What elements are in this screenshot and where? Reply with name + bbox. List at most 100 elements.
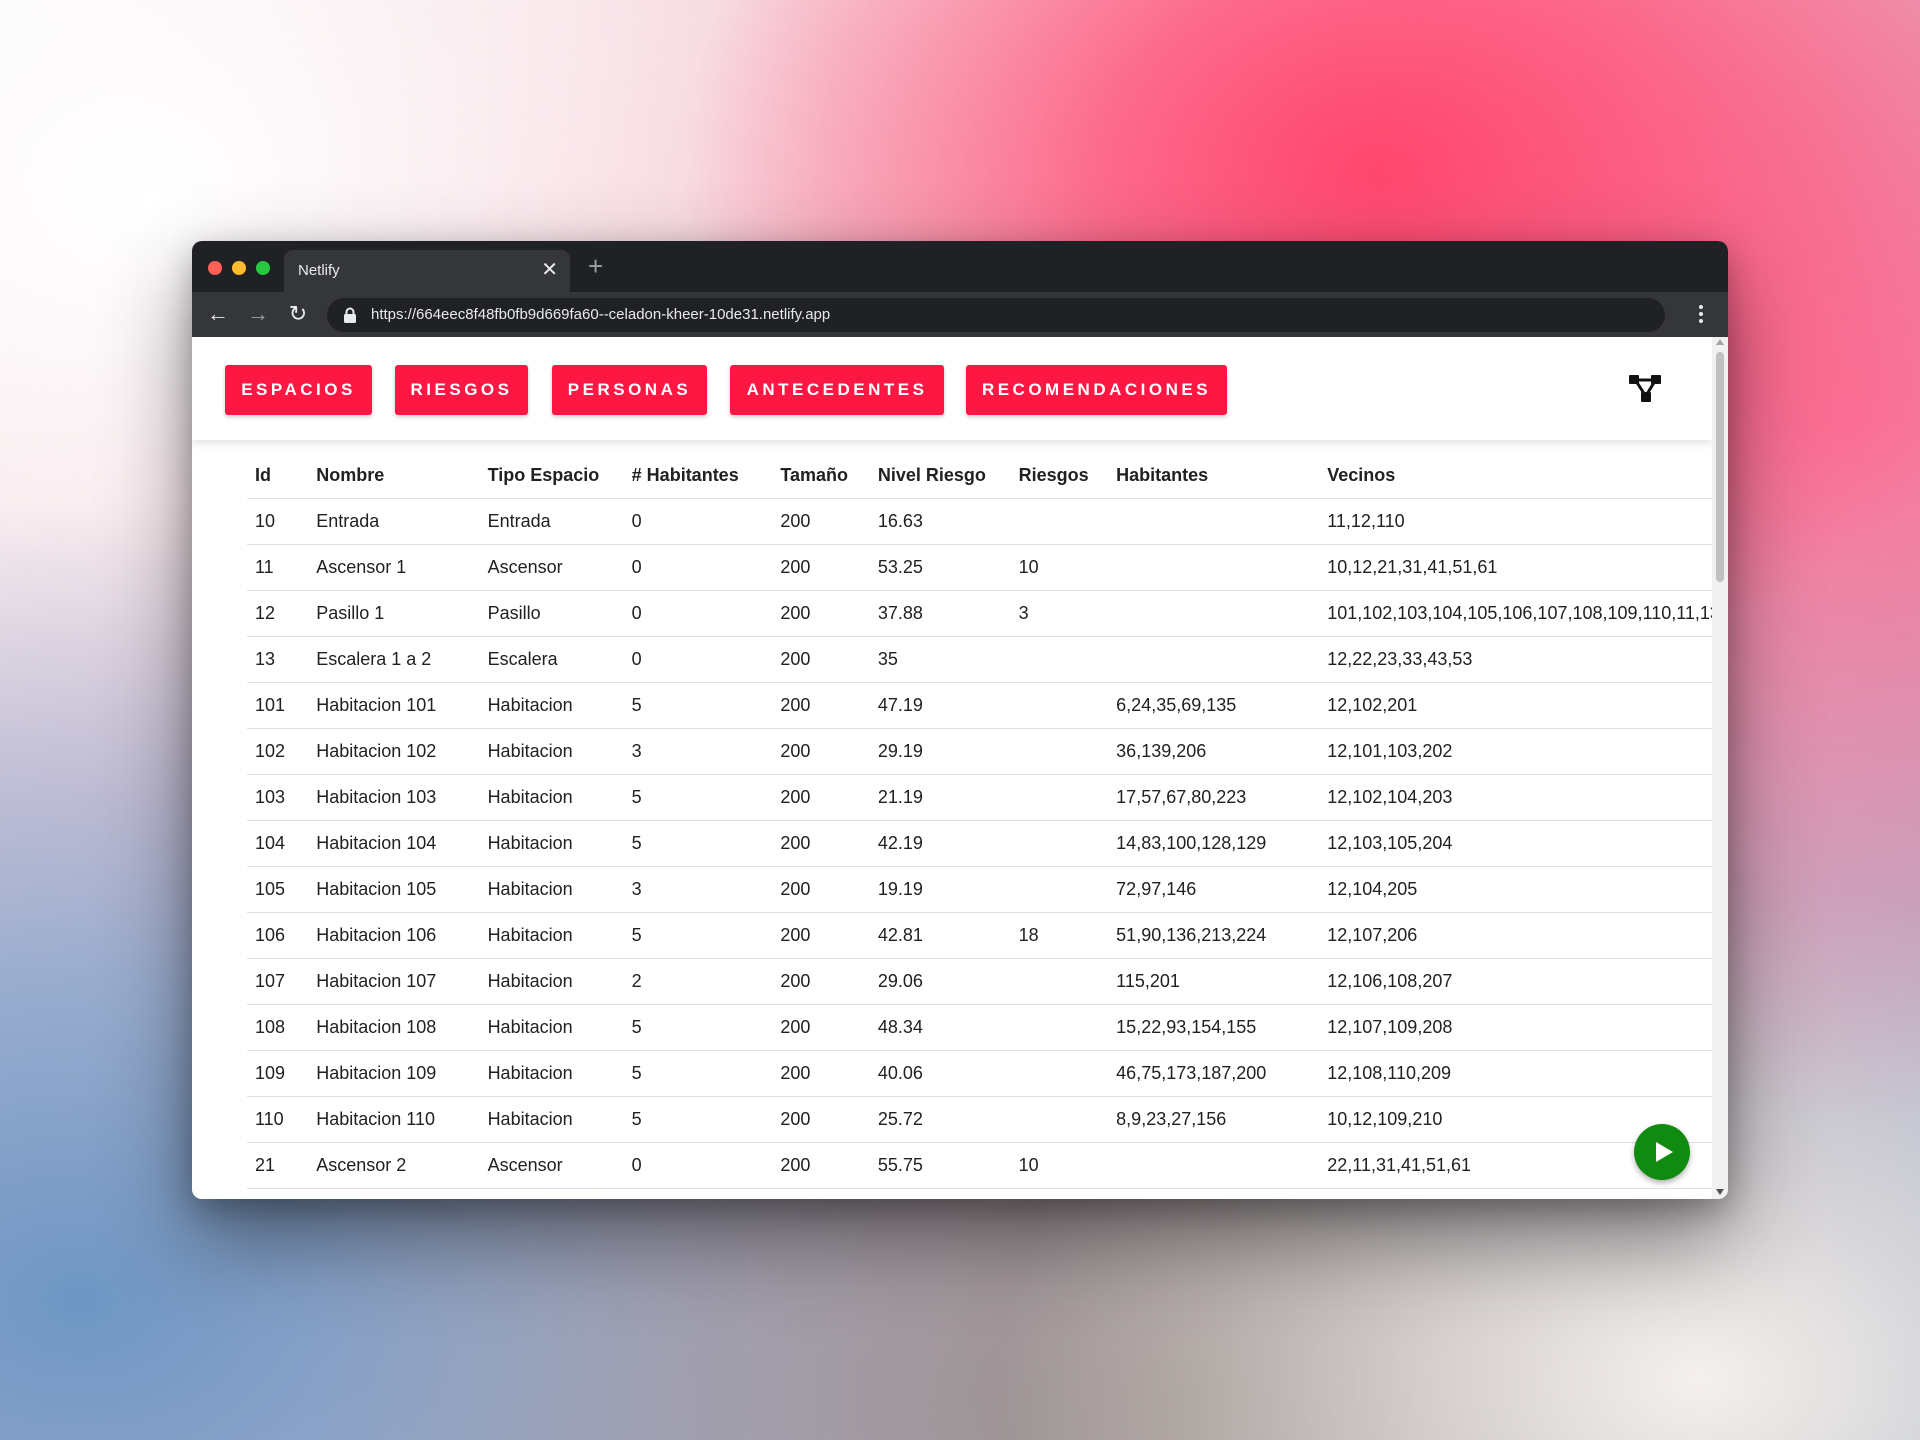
vertical-scrollbar[interactable]: [1712, 337, 1728, 1199]
nav-button-riesgos[interactable]: RIESGOS: [395, 365, 528, 415]
cell-num-habitantes: 5: [631, 1096, 781, 1143]
table-row[interactable]: 108 Habitacion 108 Habitacion 5 200 48.34 15,2…: [247, 1004, 1728, 1051]
minimize-window-button[interactable]: [232, 261, 246, 275]
nav-button-recomendaciones[interactable]: RECOMENDACIONES: [966, 365, 1227, 415]
cell-tipo-espacio: Habitacion: [487, 866, 632, 913]
cell-nombre: Habitacion 104: [316, 820, 488, 867]
cell-habitantes: [1116, 636, 1328, 683]
column-header-tipo-espacio[interactable]: Tipo Espacio: [487, 452, 632, 499]
cell-num-habitantes: 3: [631, 728, 781, 775]
cell-tipo-espacio: Habitacion: [487, 728, 632, 775]
cell-num-habitantes: 5: [631, 1004, 781, 1051]
column-header-num-habitantes[interactable]: # Habitantes: [631, 452, 781, 499]
play-button[interactable]: [1634, 1124, 1690, 1180]
browser-menu-icon[interactable]: [1697, 302, 1705, 326]
column-header-vecinos[interactable]: Vecinos: [1327, 452, 1728, 499]
cell-nivel-riesgo: 16.63: [877, 498, 1019, 545]
tab-close-icon[interactable]: ✕: [541, 258, 558, 282]
cell-id: 110: [247, 1096, 317, 1143]
browser-titlebar: Netlify ✕ +: [192, 241, 1728, 292]
table-row[interactable]: 102 Habitacion 102 Habitacion 3 200 29.19 36,1…: [247, 728, 1728, 775]
espacios-table: Id Nombre Tipo Espacio # Habitantes Tama…: [247, 452, 1728, 1189]
table-row[interactable]: 10 Entrada Entrada 0 200 16.63 11,12,110: [247, 498, 1728, 545]
app-navbar: ESPACIOS RIESGOS PERSONAS ANTECEDENTES R…: [192, 337, 1712, 440]
scrollbar-thumb[interactable]: [1716, 352, 1724, 582]
nav-button-personas[interactable]: PERSONAS: [552, 365, 707, 415]
cell-vecinos: 11,12,110: [1327, 498, 1728, 545]
tab-title: Netlify: [298, 262, 340, 279]
nav-button-espacios[interactable]: ESPACIOS: [225, 365, 372, 415]
browser-tab[interactable]: Netlify ✕: [284, 250, 570, 292]
table-row[interactable]: 104 Habitacion 104 Habitacion 5 200 42.19 14,8…: [247, 820, 1728, 867]
table-row[interactable]: 110 Habitacion 110 Habitacion 5 200 25.72 8,9,…: [247, 1096, 1728, 1143]
column-header-tamano[interactable]: Tamaño: [780, 452, 878, 499]
address-bar[interactable]: https://664eec8f48fb0fb9d669fa60--celado…: [327, 298, 1665, 332]
table-row[interactable]: 105 Habitacion 105 Habitacion 3 200 19.19 72,9…: [247, 866, 1728, 913]
cell-tamano: 200: [780, 636, 878, 683]
cell-nombre: Habitacion 101: [316, 682, 488, 729]
cell-vecinos: 12,104,205: [1327, 866, 1728, 913]
scroll-up-arrow-icon[interactable]: [1716, 339, 1724, 345]
table-row[interactable]: 101 Habitacion 101 Habitacion 5 200 47.19 6,24…: [247, 682, 1728, 729]
cell-riesgos: [1018, 636, 1117, 683]
cell-id: 12: [247, 590, 317, 637]
cell-nivel-riesgo: 42.81: [877, 912, 1019, 959]
close-window-button[interactable]: [208, 261, 222, 275]
table-row[interactable]: 12 Pasillo 1 Pasillo 0 200 37.88 3 101,102,103,…: [247, 590, 1728, 637]
cell-id: 21: [247, 1142, 317, 1189]
maximize-window-button[interactable]: [256, 261, 270, 275]
reload-icon[interactable]: ↻: [286, 302, 310, 326]
column-header-id[interactable]: Id: [247, 452, 317, 499]
cell-habitantes: 14,83,100,128,129: [1116, 820, 1328, 867]
back-arrow-icon[interactable]: ←: [206, 302, 230, 326]
column-header-habitantes[interactable]: Habitantes: [1116, 452, 1328, 499]
nav-button-antecedentes[interactable]: ANTECEDENTES: [730, 365, 944, 415]
cell-nivel-riesgo: 25.72: [877, 1096, 1019, 1143]
cell-tipo-espacio: Habitacion: [487, 1096, 632, 1143]
cell-nivel-riesgo: 48.34: [877, 1004, 1019, 1051]
table-row[interactable]: 106 Habitacion 106 Habitacion 5 200 42.81 18 51…: [247, 912, 1728, 959]
cell-vecinos: 12,107,109,208: [1327, 1004, 1728, 1051]
cell-tamano: 200: [780, 820, 878, 867]
new-tab-icon[interactable]: +: [588, 252, 603, 280]
scroll-down-arrow-icon[interactable]: [1716, 1189, 1724, 1195]
cell-vecinos: 12,22,23,33,43,53: [1327, 636, 1728, 683]
table-row[interactable]: 13 Escalera 1 a 2 Escalera 0 200 35 12,22,23,3…: [247, 636, 1728, 683]
cell-habitantes: 15,22,93,154,155: [1116, 1004, 1328, 1051]
cell-id: 103: [247, 774, 317, 821]
cell-riesgos: [1018, 728, 1117, 775]
cell-habitantes: [1116, 590, 1328, 637]
graph-network-icon[interactable]: [1628, 374, 1662, 404]
cell-tamano: 200: [780, 866, 878, 913]
play-icon: [1656, 1142, 1673, 1162]
cell-habitantes: 17,57,67,80,223: [1116, 774, 1328, 821]
column-header-nivel-riesgo[interactable]: Nivel Riesgo: [877, 452, 1019, 499]
cell-riesgos: 3: [1018, 590, 1117, 637]
table-row[interactable]: 21 Ascensor 2 Ascensor 0 200 55.75 10 22,11,31,…: [247, 1142, 1728, 1189]
cell-habitantes: [1116, 544, 1328, 591]
table-row[interactable]: 107 Habitacion 107 Habitacion 2 200 29.06 115,…: [247, 958, 1728, 1005]
table-row[interactable]: 109 Habitacion 109 Habitacion 5 200 40.06 46,7…: [247, 1050, 1728, 1097]
cell-num-habitantes: 0: [631, 636, 781, 683]
cell-nombre: Habitacion 110: [316, 1096, 488, 1143]
cell-habitantes: 8,9,23,27,156: [1116, 1096, 1328, 1143]
cell-nombre: Habitacion 106: [316, 912, 488, 959]
cell-habitantes: 36,139,206: [1116, 728, 1328, 775]
cell-nombre: Entrada: [316, 498, 488, 545]
cell-vecinos: 12,106,108,207: [1327, 958, 1728, 1005]
table-row[interactable]: 103 Habitacion 103 Habitacion 5 200 21.19 17,5…: [247, 774, 1728, 821]
cell-nivel-riesgo: 53.25: [877, 544, 1019, 591]
cell-habitantes: 46,75,173,187,200: [1116, 1050, 1328, 1097]
table-row[interactable]: 11 Ascensor 1 Ascensor 0 200 53.25 10 10,12,21,…: [247, 544, 1728, 591]
cell-num-habitantes: 5: [631, 682, 781, 729]
forward-arrow-icon[interactable]: →: [246, 302, 270, 326]
cell-tamano: 200: [780, 590, 878, 637]
cell-tipo-espacio: Habitacion: [487, 682, 632, 729]
cell-id: 101: [247, 682, 317, 729]
cell-nivel-riesgo: 29.19: [877, 728, 1019, 775]
column-header-nombre[interactable]: Nombre: [316, 452, 488, 499]
cell-vecinos: 12,107,206: [1327, 912, 1728, 959]
page-viewport: ESPACIOS RIESGOS PERSONAS ANTECEDENTES R…: [192, 337, 1728, 1199]
cell-tipo-espacio: Ascensor: [487, 1142, 632, 1189]
column-header-riesgos[interactable]: Riesgos: [1018, 452, 1117, 499]
